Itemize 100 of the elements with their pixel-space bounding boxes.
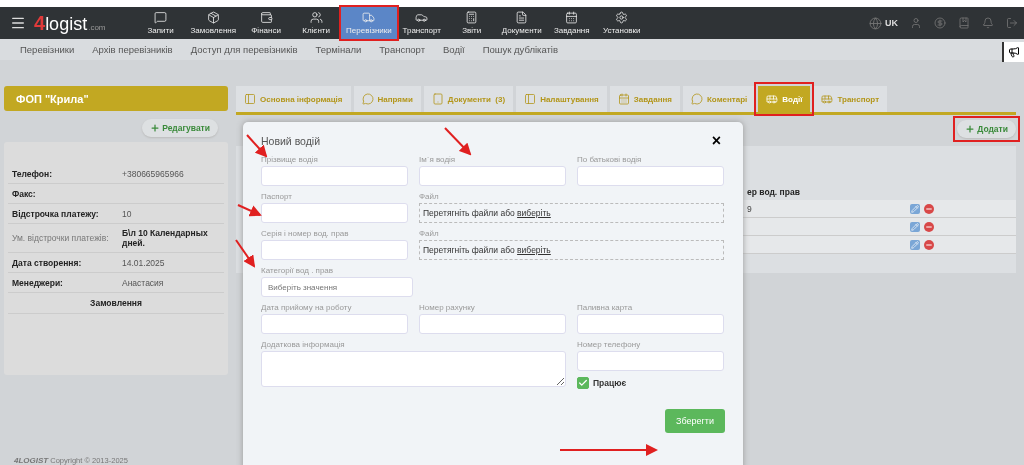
input-field[interactable] xyxy=(261,240,408,260)
bus-icon xyxy=(766,93,779,105)
file-drop-zone[interactable]: Перетягніть файли або виберіть xyxy=(419,240,724,260)
field-label: Паспорт xyxy=(261,192,293,201)
panel-icon xyxy=(524,93,537,105)
logout-icon[interactable] xyxy=(1006,17,1018,29)
field-label: Прізвище водія xyxy=(261,155,319,164)
field-label: Файл xyxy=(419,192,440,201)
chat-icon xyxy=(691,93,703,105)
user-icon[interactable] xyxy=(910,17,922,29)
logo-wordmark: logist xyxy=(45,13,88,35)
detail-label: Менеджери: xyxy=(12,277,64,288)
input-field[interactable] xyxy=(419,166,566,186)
field-label: Додаткова інформація xyxy=(261,340,346,349)
detail-label: Телефон: xyxy=(12,168,53,179)
highlight-frame xyxy=(339,5,399,41)
truck-icon xyxy=(362,11,376,24)
delete-icon[interactable] xyxy=(924,221,934,232)
sub-nav-link[interactable]: Транспорт xyxy=(379,44,425,55)
announcement-widget[interactable] xyxy=(1002,42,1024,62)
edit-icon[interactable] xyxy=(910,221,920,232)
field-label: Файл xyxy=(419,229,440,238)
annotation-arrow xyxy=(235,239,256,268)
nav-item[interactable]: Звіти xyxy=(446,7,497,39)
package-icon xyxy=(206,11,220,24)
footer-brand: 4LOGIST xyxy=(14,456,49,465)
nav-item[interactable]: Клієнти xyxy=(291,7,342,39)
dollar-icon[interactable] xyxy=(934,17,946,29)
detail-label: Дата створення: xyxy=(12,257,83,268)
choose-file-link[interactable]: виберіть xyxy=(517,208,551,218)
detail-value: 10 xyxy=(122,208,133,219)
field-label: Паливна карта xyxy=(577,303,634,312)
nav-item[interactable]: Запити xyxy=(135,7,186,39)
field-label: Номер рахунку xyxy=(419,303,476,312)
drop-zone-text: Перетягніть файли або виберіть xyxy=(423,245,551,255)
detail-value: +380665965966 xyxy=(122,168,185,179)
nav-item[interactable]: Транспорт xyxy=(396,7,447,39)
tablet-icon xyxy=(431,93,444,105)
wallet-icon xyxy=(259,11,273,24)
delete-icon[interactable] xyxy=(924,203,934,214)
plus-icon xyxy=(965,124,976,134)
checkbox[interactable] xyxy=(577,377,589,389)
language-label[interactable]: UK xyxy=(885,18,898,28)
logo-suffix: .com xyxy=(88,22,106,32)
nav-item[interactable]: Фінанси xyxy=(241,7,292,39)
input-field[interactable] xyxy=(261,203,408,223)
sub-nav-link[interactable]: Перевізники xyxy=(20,44,75,55)
input-field[interactable] xyxy=(261,166,408,186)
delete-icon[interactable] xyxy=(924,239,934,250)
field-label: Дата прийому на роботу xyxy=(261,303,353,312)
sub-nav-link[interactable]: Архів перевізників xyxy=(92,44,173,55)
highlight-frame xyxy=(953,116,1020,142)
detail-label: Відстрочка платежу: xyxy=(12,208,100,219)
bell-icon[interactable] xyxy=(982,17,994,29)
detail-value: 14.01.2025 xyxy=(122,257,166,268)
drop-zone-text: Перетягніть файли або виберіть xyxy=(423,208,551,218)
sub-nav-link[interactable]: Доступ для перевізників xyxy=(190,44,298,55)
input-field[interactable] xyxy=(261,314,408,334)
panel-icon xyxy=(244,93,256,105)
text-area[interactable] xyxy=(261,351,566,387)
logo-digit: 4 xyxy=(34,11,46,35)
sub-nav-link[interactable]: Пошук дублікатів xyxy=(482,44,559,55)
highlight-frame xyxy=(754,82,815,116)
nav-item[interactable]: Перевізники xyxy=(341,7,397,39)
annotation-arrow xyxy=(237,204,262,217)
detail-value: Анастасия xyxy=(122,277,165,288)
nav-item[interactable]: Замовлення xyxy=(185,7,242,39)
input-field[interactable] xyxy=(577,314,724,334)
close-button[interactable]: × xyxy=(707,133,725,149)
edit-icon[interactable] xyxy=(910,203,920,214)
add-button[interactable]: Додати xyxy=(957,120,1016,138)
carrier-name-header: ФОП "Крила" xyxy=(4,86,228,111)
edit-button[interactable]: Редагувати xyxy=(142,119,218,137)
field-label: Ім`я водія xyxy=(419,155,457,164)
input-field[interactable] xyxy=(577,166,724,186)
nav-item[interactable]: Документи xyxy=(496,7,547,39)
nav-item[interactable]: Завдання xyxy=(546,7,597,39)
dialog-title: Новий водій xyxy=(261,135,321,147)
input-field[interactable] xyxy=(577,351,724,371)
file-drop-zone[interactable]: Перетягніть файли або виберіть xyxy=(419,203,724,223)
select-field[interactable]: Виберіть значення xyxy=(261,277,413,297)
calculator-icon xyxy=(465,11,479,24)
car-icon xyxy=(415,11,429,24)
table-cell: 9 xyxy=(743,200,906,218)
book-icon[interactable] xyxy=(958,17,970,29)
choose-file-link[interactable]: виберіть xyxy=(517,245,551,255)
detail-value: Б\л 10 Календарных дней. xyxy=(122,228,209,248)
input-field[interactable] xyxy=(419,314,566,334)
megaphone-icon xyxy=(1008,46,1020,58)
detail-label: Ум. відстрочки платежів: xyxy=(12,233,110,243)
calendar-icon xyxy=(565,11,579,24)
column-header: ер вод. прав xyxy=(746,186,801,199)
detail-label: Факс: xyxy=(12,188,37,199)
nav-item[interactable]: Установки xyxy=(596,7,647,39)
bus-icon xyxy=(821,93,834,105)
globe-icon[interactable] xyxy=(869,16,882,30)
sub-nav-link[interactable]: Водії xyxy=(443,44,465,55)
orders-link[interactable]: Замовлення xyxy=(8,293,224,314)
sub-nav-link[interactable]: Термінали xyxy=(315,44,362,55)
edit-icon[interactable] xyxy=(910,239,920,250)
